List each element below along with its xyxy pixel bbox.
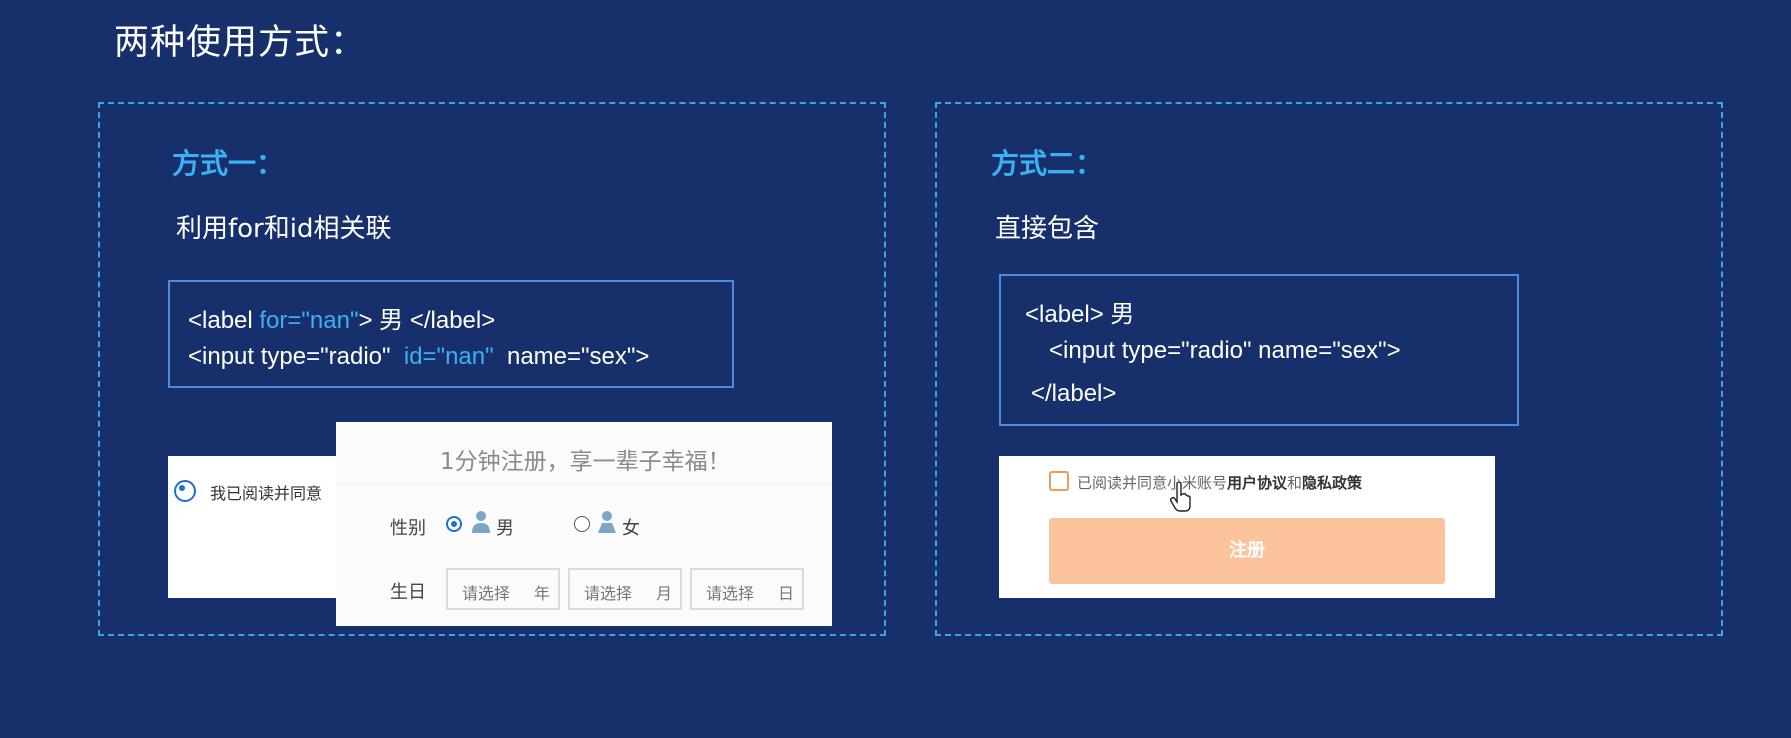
method1-heading: 方式一： bbox=[172, 147, 285, 180]
male-radio[interactable] bbox=[446, 516, 462, 532]
form-title: 1分钟注册，享一辈子幸福！ bbox=[440, 449, 731, 475]
female-person-icon bbox=[598, 511, 616, 533]
page-title: 两种使用方式： bbox=[114, 23, 367, 63]
method2-panel: 方式二： 直接包含 <label> 男 <input type="radio" … bbox=[935, 102, 1723, 636]
code-line-1: <label> 男 bbox=[1025, 301, 1135, 328]
agree-radio[interactable] bbox=[174, 480, 196, 502]
code-line-3: </label> bbox=[1031, 380, 1117, 407]
form-divider bbox=[336, 484, 832, 485]
method2-heading: 方式二： bbox=[991, 147, 1104, 180]
code-highlight: for="nan" bbox=[259, 307, 359, 334]
method2-description: 直接包含 bbox=[995, 214, 1100, 244]
agree-and: 和 bbox=[1287, 474, 1303, 492]
female-label: 女 bbox=[622, 518, 640, 539]
day-unit: 日 bbox=[778, 584, 795, 603]
code-text: <label bbox=[188, 307, 260, 334]
method2-code-box: <label> 男 <input type="radio" name="sex"… bbox=[999, 274, 1519, 426]
code-text: <input type="radio" bbox=[188, 343, 404, 370]
agree-checkbox[interactable] bbox=[1049, 471, 1069, 491]
male-label: 男 bbox=[496, 518, 514, 539]
day-placeholder: 请选择 bbox=[706, 584, 755, 603]
month-unit: 月 bbox=[656, 584, 673, 603]
privacy-policy-link[interactable]: 隐私政策 bbox=[1302, 474, 1362, 492]
method1-panel: 方式一： 利用for和id相关联 <label for="nan"> 男 </l… bbox=[98, 102, 886, 636]
code-line-1: <label for="nan"> 男 </label> bbox=[188, 300, 495, 335]
xiaomi-register-screenshot: 已阅读并同意小米账号用户协议和隐私政策 注册 bbox=[999, 456, 1495, 598]
register-form-screenshot: 1分钟注册，享一辈子幸福！ 性别 男 女 生日 请选择 年 请选择 月 请选择 … bbox=[336, 422, 832, 626]
year-unit: 年 bbox=[534, 584, 551, 603]
code-text: name="sex"> bbox=[493, 343, 650, 370]
agree-text: 我已阅读并同意 bbox=[210, 484, 323, 503]
register-button[interactable]: 注册 bbox=[1049, 518, 1445, 584]
code-line-2: <input type="radio" id="nan" name="sex"> bbox=[188, 343, 649, 371]
year-select[interactable]: 请选择 年 bbox=[446, 568, 560, 610]
method1-code-box: <label for="nan"> 男 </label> <input type… bbox=[168, 280, 734, 388]
code-text: > 男 </label> bbox=[358, 307, 496, 334]
month-select[interactable]: 请选择 月 bbox=[568, 568, 682, 610]
female-radio[interactable] bbox=[574, 516, 590, 532]
gender-label: 性别 bbox=[390, 518, 426, 539]
year-placeholder: 请选择 bbox=[462, 584, 511, 603]
user-agreement-link[interactable]: 用户协议 bbox=[1227, 474, 1287, 492]
agree-text: 已阅读并同意小米账号用户协议和隐私政策 bbox=[1077, 472, 1362, 493]
agree-prefix: 已阅读并同意小米账号 bbox=[1077, 474, 1228, 492]
code-line-2: <input type="radio" name="sex"> bbox=[1049, 337, 1401, 364]
code-highlight: id="nan" bbox=[403, 343, 494, 370]
month-placeholder: 请选择 bbox=[584, 584, 633, 603]
birthday-label: 生日 bbox=[390, 582, 426, 603]
hand-cursor-icon bbox=[1169, 482, 1191, 512]
day-select[interactable]: 请选择 日 bbox=[690, 568, 804, 610]
male-person-icon bbox=[472, 511, 490, 533]
method1-description: 利用for和id相关联 bbox=[176, 214, 392, 244]
